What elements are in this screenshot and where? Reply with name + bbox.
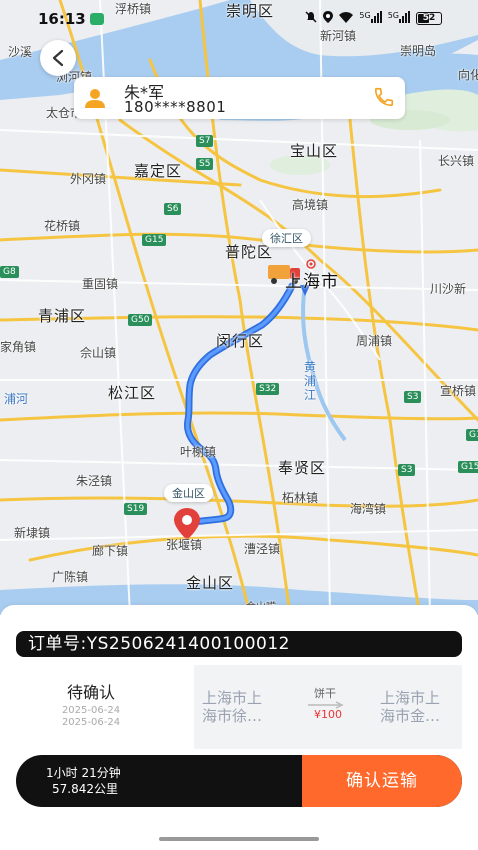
wechat-notification-icon [90,13,104,25]
status-time: 16:13 [38,10,86,28]
location-icon [323,11,334,26]
back-button[interactable] [40,40,76,76]
person-icon [85,89,105,108]
map-label-baoshan: 宝山区 [290,142,339,160]
map-label-changxing: 长兴镇 [438,154,475,168]
trip-duration: 1小时 21分钟 [46,766,121,780]
map-label-huaqiao: 花桥镇 [44,219,81,233]
map-label-minhang: 闵行区 [216,332,265,350]
map-label-guangchen: 广陈镇 [52,570,89,584]
highway-badge-s19: S19 [124,503,148,515]
highway-badge-g15b: G15 [458,461,478,473]
map-label-puhe: 浦河 [4,392,29,406]
confirm-transport-button[interactable]: 确认运输 [302,755,462,807]
trip-distance: 57.842公里 [52,782,118,796]
origin-address: 上海市上 海市徐… [202,689,262,725]
order-date-2: 2025-06-24 [61,717,121,728]
map-label-yeshu: 叶榭镇 [180,445,217,459]
map-label-chuansha: 川沙新 [430,282,467,296]
map-label-jiajiao: 家角镇 [0,340,37,354]
mute-icon [305,11,317,26]
map-label-xindai: 新埭镇 [14,526,51,540]
status-icons: 5G 5G 52 [305,11,442,26]
highway-badge-g1: G1 [466,429,478,441]
highway-badge-s32: S32 [256,383,280,395]
chevron-left-icon [52,49,64,67]
action-bar: 1小时 21分钟 57.842公里 确认运输 [16,755,462,807]
destination-line-1: 上海市上 [380,689,441,707]
highway-badge-g15: G15 [142,234,167,246]
map-label-chongmingdao: 崇明岛 [400,44,437,58]
map-label-waigang: 外冈镇 [70,172,107,186]
highway-badge-s6: S6 [164,203,182,215]
home-indicator[interactable] [159,837,319,841]
signal-icon-2: 5G [388,11,410,26]
map-label-caojing: 漕泾镇 [244,542,281,556]
map-label-langxia: 廊下镇 [92,544,129,558]
highway-badge-s3a: S3 [404,391,422,403]
contact-card: 朱*军 180****8801 [74,77,405,119]
map-label-shanghai: 上海市 [285,272,339,292]
battery-text: 52 [422,13,436,23]
goods-label: 饼干 [314,687,336,700]
map-label-xuhui: 徐汇区 [262,229,311,247]
signal-icon-1: 5G [359,11,382,26]
map-label-sheshan: 佘山镇 [80,346,117,360]
map-label-xuanqiao: 宣桥镇 [440,384,477,398]
highway-badge-s3b: S3 [398,464,416,476]
map-label-zhelin: 柘林镇 [282,491,319,505]
destination-address: 上海市上 海市金… [380,689,440,725]
map-label-xianghua: 向化 [458,68,478,82]
map-label-zhujing: 朱泾镇 [76,474,113,488]
order-sheet: 订单号:YS2506241400100012 待确认 2025-06-24 20… [0,605,478,850]
map-label-qingpu: 青浦区 [38,307,87,325]
highway-badge-s7: S7 [196,135,214,147]
status-bar: 16:13 5G 5G 52 [0,0,478,30]
map-label-zhoupu: 周浦镇 [356,334,393,348]
origin-line-2: 海市徐… [202,707,263,725]
map-label-shaxi: 沙溪 [8,45,33,59]
contact-phone: 180****8801 [124,98,227,116]
origin-line-1: 上海市上 [202,689,263,707]
battery-icon: 52 [416,12,442,25]
wifi-icon [339,11,354,26]
order-number: 订单号:YS2506241400100012 [16,631,462,657]
map-label-chonggu: 重固镇 [82,277,119,291]
highway-badge-g50: G50 [128,314,153,326]
map-label-haiwan: 海湾镇 [350,502,387,516]
map-label-songjiang: 松江区 [108,384,157,402]
route-summary[interactable]: 上海市上 海市徐… 饼干 ¥100 上海市上 海市金… [194,665,462,749]
order-status: 待确认 [66,683,115,702]
map-label-gaojing: 高境镇 [292,198,329,212]
map-label-jinshan: 金山区 [186,574,235,592]
map-label-jinshan-callout: 金山区 [164,484,213,502]
highway-badge-g8: G8 [0,266,19,278]
price-label: ¥100 [314,708,342,721]
highway-badge-s5: S5 [196,158,214,170]
network-type-1: 5G [359,11,371,20]
map-label-jiading: 嘉定区 [134,162,183,180]
order-status-block: 待确认 2025-06-24 2025-06-24 [16,665,194,749]
map-label-huangpujiang: 黄浦江 [304,360,317,402]
map-label-zhangyan: 张堰镇 [166,538,203,552]
destination-line-2: 海市金… [380,707,441,725]
network-type-2: 5G [387,11,399,20]
map-label-fengxian: 奉贤区 [278,459,327,477]
order-date-1: 2025-06-24 [61,705,121,716]
phone-icon[interactable] [373,86,395,108]
